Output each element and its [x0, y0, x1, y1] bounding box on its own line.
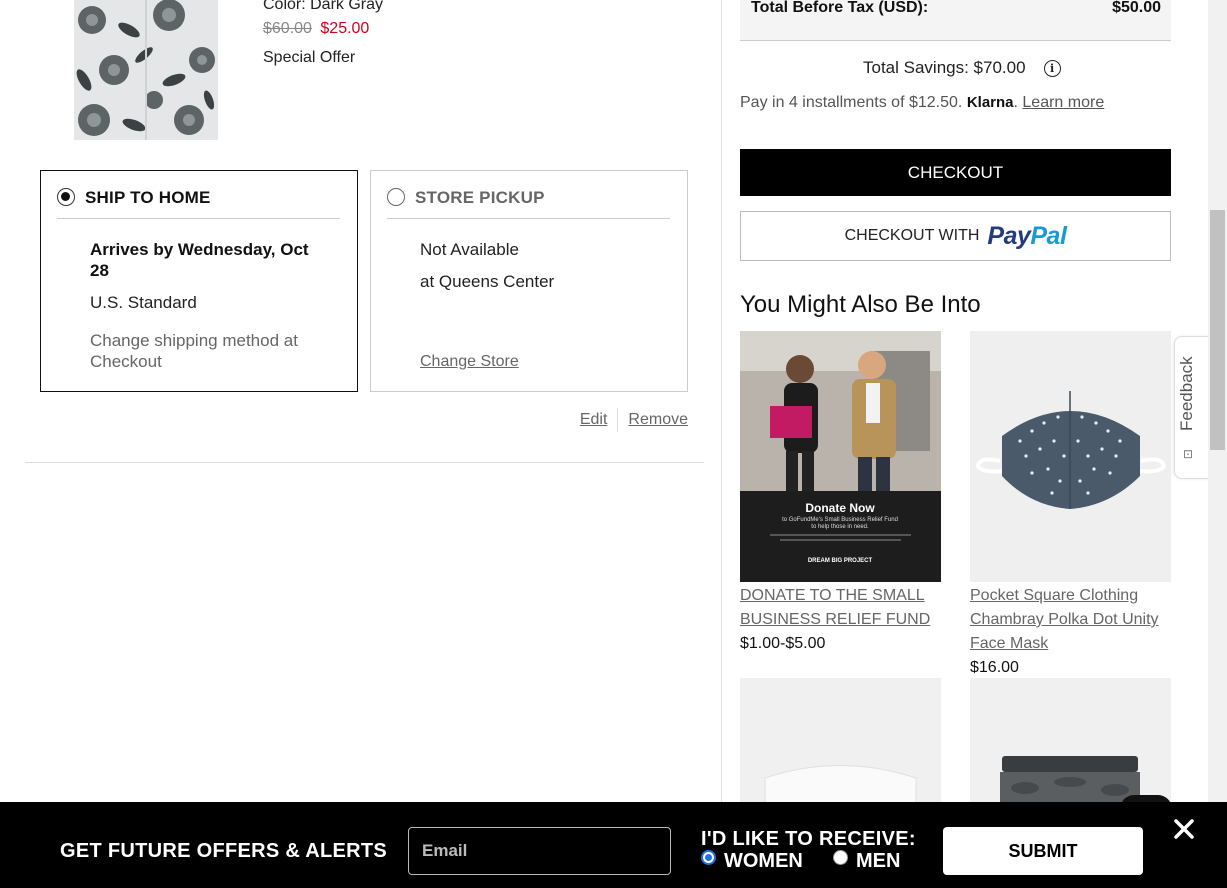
- installments-text: Pay in 4 installments of $12.50.: [740, 94, 963, 111]
- donation-image[interactable]: Donate Now to GoFundMe's Small Business …: [740, 331, 941, 582]
- white-mask-photo: [740, 678, 941, 808]
- info-icon[interactable]: i: [1043, 59, 1061, 77]
- scrollbar-thumb[interactable]: [1210, 210, 1225, 450]
- close-x-glyph: [1174, 819, 1194, 839]
- recommendation-price: $16.00: [970, 659, 1019, 676]
- line-item-divider: [25, 462, 704, 463]
- klarna-installments: Pay in 4 installments of $12.50. Klarna.…: [740, 94, 1104, 112]
- feedback-label: Feedback: [1177, 356, 1196, 431]
- email-signup-bar: GET FUTURE OFFERS & ALERTS I'D LIKE TO R…: [0, 802, 1227, 888]
- total-before-tax-label: Total Before Tax (USD):: [751, 0, 929, 16]
- women-option[interactable]: WOMEN: [701, 850, 803, 873]
- ship-to-home-title: SHIP TO HOME: [85, 188, 211, 207]
- recommendation-card[interactable]: [740, 678, 941, 808]
- women-label: WOMEN: [724, 850, 803, 872]
- store-pickup-title: STORE PICKUP: [415, 188, 545, 207]
- close-icon[interactable]: [1172, 817, 1196, 841]
- offer-bar-title: GET FUTURE OFFERS & ALERTS: [60, 840, 388, 862]
- product-price: $60.00 $25.00: [263, 20, 369, 38]
- total-before-tax-value: $50.00: [1112, 0, 1161, 16]
- change-shipping-note: Change shipping method at Checkout: [90, 331, 298, 371]
- men-label: MEN: [856, 850, 901, 872]
- recommendation-name[interactable]: Pocket Square Clothing Chambray Polka Do…: [970, 584, 1171, 656]
- men-option[interactable]: MEN: [833, 850, 900, 873]
- sale-price: $25.00: [320, 20, 370, 37]
- donate-heading: Donate Now: [805, 501, 875, 515]
- recommendation-name[interactable]: DONATE TO THE SMALL BUSINESS RELIEF FUND: [740, 584, 941, 632]
- paypal-logo: PayPal: [987, 221, 1067, 251]
- recommendations-title: You Might Also Be Into: [740, 291, 981, 318]
- store-pickup-radio[interactable]: [387, 188, 405, 206]
- learn-more-link[interactable]: Learn more: [1022, 94, 1104, 111]
- total-savings: Total Savings: $70.00 i: [863, 58, 1061, 78]
- recommendation-card[interactable]: Pocket Square Clothing Chambray Polka Do…: [970, 331, 1171, 680]
- edit-link[interactable]: Edit: [580, 411, 608, 429]
- special-offer-label: Special Offer: [263, 49, 356, 66]
- mask-photo: [970, 331, 1171, 582]
- donate-subtext-2: to help those in need.: [811, 524, 869, 530]
- ship-to-home-option[interactable]: SHIP TO HOME Arrives by Wednesday, Oct 2…: [40, 170, 358, 392]
- recommendation-card[interactable]: Donate Now to GoFundMe's Small Business …: [740, 331, 941, 656]
- women-radio[interactable]: [701, 850, 716, 865]
- men-radio[interactable]: [833, 850, 848, 865]
- paypal-pay: Pay: [987, 221, 1031, 250]
- email-field[interactable]: [408, 827, 671, 875]
- feedback-tab[interactable]: Feedback ⊡: [1174, 336, 1209, 479]
- item-actions: Edit Remove: [580, 408, 688, 432]
- shipping-method: U.S. Standard: [90, 293, 197, 312]
- briefs-photo: [970, 678, 1171, 808]
- klarna-period: .: [1013, 94, 1018, 111]
- feedback-icon: ⊡: [1183, 447, 1194, 461]
- ship-to-home-header: SHIP TO HOME: [57, 187, 340, 219]
- pickup-store-name: at Queens Center: [420, 272, 555, 291]
- arrival-date: Arrives by Wednesday, Oct 28: [90, 240, 309, 280]
- donate-subtext: to GoFundMe's Small Business Relief Fund: [782, 517, 898, 523]
- action-separator: [617, 408, 619, 432]
- product-image[interactable]: [74, 0, 218, 140]
- paypal-checkout-button[interactable]: CHECKOUT WITH PayPal: [740, 211, 1171, 261]
- total-savings-text: Total Savings: $70.00: [863, 58, 1026, 77]
- donation-photo: Donate Now to GoFundMe's Small Business …: [740, 331, 941, 582]
- store-pickup-details: Not Available at Queens Center: [420, 239, 657, 292]
- checkout-button[interactable]: CHECKOUT: [740, 149, 1171, 196]
- receive-label: I'D LIKE TO RECEIVE:: [701, 828, 916, 850]
- klarna-logo: Klarna: [966, 94, 1014, 111]
- ship-to-home-details: Arrives by Wednesday, Oct 28 U.S. Standa…: [90, 239, 327, 372]
- change-store-link[interactable]: Change Store: [420, 353, 519, 371]
- recommendation-price: $1.00-$5.00: [740, 635, 826, 652]
- original-price: $60.00: [263, 20, 312, 37]
- order-total-row: Total Before Tax (USD): $50.00: [740, 0, 1171, 41]
- paypal-pal: Pal: [1030, 221, 1067, 250]
- ship-to-home-radio[interactable]: [57, 188, 75, 206]
- pickup-availability: Not Available: [420, 240, 519, 259]
- column-divider: [721, 0, 722, 802]
- store-pickup-header: STORE PICKUP: [387, 187, 670, 219]
- white-mask-image[interactable]: [740, 678, 941, 808]
- floral-shirt-image: [74, 0, 218, 140]
- submit-button[interactable]: SUBMIT: [943, 827, 1143, 875]
- dream-big-logo: DREAM BIG PROJECT: [808, 558, 873, 564]
- remove-link[interactable]: Remove: [628, 411, 688, 429]
- store-pickup-option[interactable]: STORE PICKUP Not Available at Queens Cen…: [370, 170, 688, 392]
- product-color: Color: Dark Gray: [263, 0, 384, 13]
- paypal-prefix: CHECKOUT WITH: [844, 227, 980, 244]
- briefs-image[interactable]: [970, 678, 1171, 808]
- face-mask-image[interactable]: [970, 331, 1171, 582]
- recommendation-card[interactable]: [970, 678, 1171, 808]
